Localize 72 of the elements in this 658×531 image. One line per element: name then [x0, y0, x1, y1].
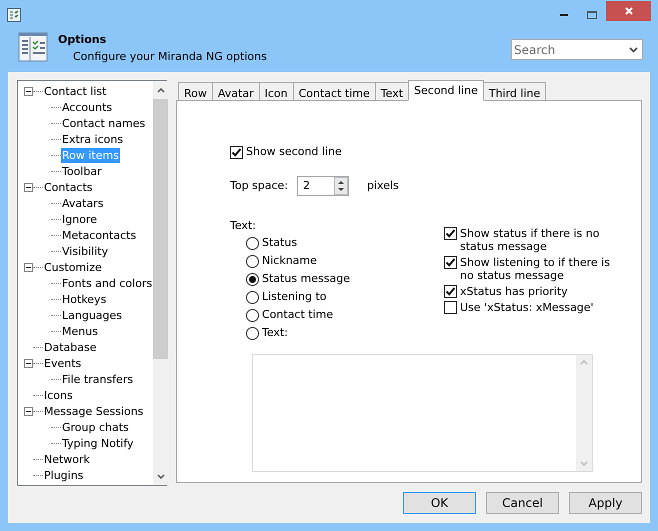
tree-item[interactable]: Metacontacts — [61, 228, 138, 242]
tree-item[interactable]: Events — [43, 356, 82, 370]
tab[interactable]: Third line — [482, 82, 546, 101]
close-icon — [624, 6, 634, 16]
tree-item[interactable]: Contact names — [61, 116, 146, 130]
tab[interactable]: Row — [178, 82, 213, 101]
scrollbar[interactable] — [153, 81, 168, 485]
header-subtitle: Configure your Miranda NG options — [73, 48, 267, 64]
dialog-button[interactable]: Apply — [569, 492, 642, 514]
collapse-icon[interactable] — [24, 86, 33, 96]
tree-item[interactable]: Message Sessions — [43, 404, 144, 418]
radio-button[interactable] — [246, 290, 259, 304]
tree-item[interactable]: Database — [43, 340, 98, 354]
text-label: Text: — [230, 218, 257, 234]
header-title: Options — [58, 32, 108, 48]
spinner-icon[interactable] — [334, 177, 348, 195]
top-space-field[interactable]: 2 — [297, 176, 349, 196]
search-field[interactable]: Search — [511, 39, 643, 60]
radio-button[interactable] — [246, 236, 259, 250]
tree-item[interactable]: Menus — [61, 324, 99, 338]
checkbox[interactable] — [444, 227, 457, 240]
tree-item[interactable]: Plugins — [43, 468, 84, 482]
checkbox[interactable] — [444, 285, 457, 298]
tree-item[interactable]: Typing Notify — [61, 436, 135, 450]
radio-label: Contact time — [262, 306, 334, 323]
tree-item[interactable]: Accounts — [61, 100, 114, 114]
checkbox[interactable] — [444, 256, 457, 269]
radio-button[interactable] — [246, 326, 259, 340]
radio-label: Listening to — [262, 288, 327, 305]
radio-label: Text: — [262, 324, 288, 341]
radio-label: Status — [262, 234, 298, 251]
checkbox-label: Use 'xStatus: xMessage' — [460, 301, 594, 314]
dialog-button[interactable]: OK — [403, 492, 476, 514]
tree-item[interactable]: Network — [43, 452, 91, 466]
top-space-label: Top space: — [230, 178, 290, 194]
checkbox-label: xStatus has priority — [460, 285, 568, 298]
radio-button[interactable] — [246, 254, 259, 268]
radio-label: Status message — [262, 270, 350, 287]
checkbox[interactable] — [444, 301, 457, 314]
tree-item[interactable]: Contact list — [43, 84, 108, 98]
tree-item[interactable]: Visibility — [61, 244, 110, 258]
scroll-down-icon[interactable] — [156, 474, 165, 479]
collapse-icon[interactable] — [24, 262, 33, 272]
close-button[interactable] — [606, 0, 651, 20]
options-icon — [18, 32, 48, 62]
tree-item[interactable]: Ignore — [61, 212, 98, 226]
tree-item[interactable]: Avatars — [61, 196, 104, 210]
unit-label: pixels — [367, 178, 399, 194]
tree-item[interactable]: Group chats — [61, 420, 130, 434]
tree-item[interactable]: File transfers — [61, 372, 134, 386]
tree-item[interactable]: Icons — [43, 388, 74, 402]
collapse-icon[interactable] — [24, 406, 33, 416]
tree-item[interactable]: Extra icons — [61, 132, 124, 146]
dialog-button[interactable]: Cancel — [486, 492, 559, 514]
tree-item[interactable]: Contacts — [43, 180, 94, 194]
dropdown-icon[interactable] — [629, 47, 638, 53]
radio-button[interactable] — [246, 308, 259, 322]
checkbox[interactable] — [230, 146, 243, 158]
collapse-icon[interactable] — [24, 182, 33, 192]
radio-label: Nickname — [262, 252, 317, 269]
tab[interactable]: Second line — [408, 80, 484, 101]
radio-button[interactable] — [246, 272, 259, 286]
checkbox-label: Show second line — [246, 144, 342, 160]
tree-item[interactable]: Languages — [61, 308, 124, 322]
tree-item[interactable]: Customize — [43, 260, 103, 274]
tree-item[interactable]: Hotkeys — [61, 292, 108, 306]
checkbox-label: Show status if there is no status message — [460, 227, 600, 253]
app-icon — [7, 8, 21, 22]
collapse-icon[interactable] — [24, 358, 33, 368]
tree-item[interactable]: Toolbar — [61, 164, 103, 178]
scroll-up-icon[interactable] — [156, 88, 165, 93]
tree-item[interactable]: Fonts and colors — [61, 276, 154, 290]
